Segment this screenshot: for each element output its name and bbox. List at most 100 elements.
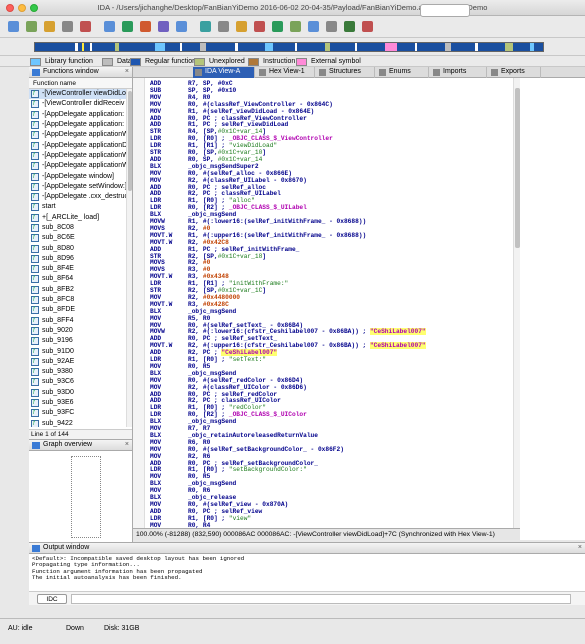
navigation-band[interactable] bbox=[34, 42, 544, 52]
function-list-item[interactable]: sub_9196 bbox=[29, 336, 127, 346]
function-name: +[_ARCLite_ load] bbox=[42, 213, 100, 221]
function-list-item[interactable]: sub_8D96 bbox=[29, 254, 127, 264]
function-list-item[interactable]: -[AppDelegate applicationW bbox=[29, 130, 127, 140]
title-bar: IDA - /Users/jichanghe/Desktop/FanBianYi… bbox=[0, 0, 585, 16]
function-list-item[interactable]: sub_8F4E bbox=[29, 264, 127, 274]
tab-imports[interactable]: Imports bbox=[431, 67, 487, 78]
function-list-item[interactable]: sub_8FC8 bbox=[29, 295, 127, 305]
attach-icon[interactable] bbox=[326, 21, 337, 32]
debugger-combo[interactable] bbox=[420, 4, 470, 17]
tab-enums[interactable]: Enums bbox=[377, 67, 429, 78]
function-name: sub_92AE bbox=[42, 357, 75, 365]
function-list-item[interactable]: sub_8C6E bbox=[29, 233, 127, 243]
function-name-column-header[interactable]: Function name bbox=[29, 78, 132, 89]
function-name: sub_8FC8 bbox=[42, 296, 75, 304]
functions-scrollbar[interactable] bbox=[126, 89, 132, 427]
function-list-item[interactable]: sub_8FDE bbox=[29, 305, 127, 315]
function-list-item[interactable]: sub_91D0 bbox=[29, 346, 127, 357]
imports-icon bbox=[433, 69, 440, 76]
tab-exports[interactable]: Exports bbox=[489, 67, 541, 78]
left-dock-strip bbox=[0, 67, 29, 542]
hex-icon[interactable] bbox=[200, 21, 211, 32]
step-icon[interactable] bbox=[290, 21, 301, 32]
disassembly-view[interactable]: ADD R7, SP, #0xC SUB SP, SP, #0x10 MOV R4, R0… bbox=[133, 78, 513, 528]
function-list-item[interactable]: sub_93C6 bbox=[29, 377, 127, 387]
function-list-item[interactable]: sub_9020 bbox=[29, 326, 127, 336]
function-list-item[interactable]: -[ViewController viewDidLoad] bbox=[29, 89, 127, 100]
function-list-item[interactable]: sub_8FB2 bbox=[29, 285, 127, 295]
jump-icon[interactable] bbox=[80, 21, 91, 32]
function-list-item[interactable]: -[ViewController didReceiv bbox=[29, 99, 127, 109]
function-name: -[ViewController didReceiv bbox=[42, 100, 125, 108]
tab-label: IDA View-A bbox=[205, 68, 241, 75]
function-name: sub_8F4E bbox=[42, 265, 74, 273]
legend-item: Regular function bbox=[130, 57, 196, 66]
function-icon bbox=[31, 264, 39, 274]
function-list-item[interactable]: -[AppDelegate applicationW bbox=[29, 161, 127, 171]
function-list-item[interactable]: -[AppDelegate application: bbox=[29, 120, 127, 130]
save-icon[interactable] bbox=[26, 21, 37, 32]
graph-icon[interactable] bbox=[158, 21, 169, 32]
close-icon[interactable]: × bbox=[578, 544, 582, 551]
function-name: sub_93C6 bbox=[42, 378, 74, 386]
back-icon[interactable] bbox=[44, 21, 55, 32]
function-list-item[interactable]: sub_92AE bbox=[29, 357, 127, 367]
nav-band-segment bbox=[115, 43, 119, 51]
legend-item: Instruction bbox=[248, 57, 295, 66]
function-list-item[interactable]: start bbox=[29, 202, 127, 212]
function-list-item[interactable]: sub_8FF4 bbox=[29, 316, 127, 326]
play-icon[interactable] bbox=[272, 21, 283, 32]
open-icon[interactable] bbox=[8, 21, 19, 32]
function-list-item[interactable]: +[_ARCLite_ load] bbox=[29, 213, 127, 223]
breakpoint-icon[interactable] bbox=[308, 21, 319, 32]
function-list-item[interactable]: -[AppDelegate applicationD bbox=[29, 140, 127, 151]
tab-label: Enums bbox=[389, 68, 411, 75]
tab-hex-view-1[interactable]: Hex View-1 bbox=[257, 67, 315, 78]
function-list-item[interactable]: sub_8F64 bbox=[29, 274, 127, 284]
debug-icon[interactable] bbox=[344, 21, 355, 32]
legend-swatch bbox=[194, 57, 205, 66]
legend-item: External symbol bbox=[296, 57, 361, 66]
function-list-item[interactable]: sub_93E6 bbox=[29, 398, 127, 408]
legend-swatch bbox=[102, 57, 113, 66]
struct-icon[interactable] bbox=[218, 21, 229, 32]
function-list-item[interactable]: sub_9422 bbox=[29, 419, 127, 427]
list-icon[interactable] bbox=[176, 21, 187, 32]
stop-icon[interactable] bbox=[140, 21, 151, 32]
search-icon[interactable] bbox=[104, 21, 115, 32]
tab-ida-view-a[interactable]: IDA View-A bbox=[193, 67, 255, 78]
color-legend: Library function Data Regular function Unex… bbox=[0, 56, 585, 67]
graph-overview-panel: Graph overview × bbox=[29, 439, 133, 542]
function-list-item[interactable]: sub_9380 bbox=[29, 367, 127, 377]
function-list-item[interactable]: -[AppDelegate applicationW bbox=[29, 151, 127, 161]
close-icon[interactable]: × bbox=[125, 68, 129, 75]
run-icon[interactable] bbox=[122, 21, 133, 32]
idc-button[interactable]: IDC bbox=[37, 594, 67, 604]
nav-band-cursor[interactable] bbox=[82, 43, 84, 52]
function-list-item[interactable]: sub_8C08 bbox=[29, 223, 127, 233]
function-icon bbox=[31, 120, 39, 130]
function-icon bbox=[31, 285, 39, 295]
function-list-item[interactable]: -[AppDelegate .cxx_destruc bbox=[29, 192, 127, 202]
disassembly-scrollbar[interactable] bbox=[513, 78, 520, 528]
edit-icon[interactable] bbox=[236, 21, 247, 32]
tab-structures[interactable]: Structures bbox=[317, 67, 375, 78]
idc-command-input[interactable] bbox=[71, 594, 571, 604]
delete-icon[interactable] bbox=[254, 21, 265, 32]
function-list-item[interactable]: -[AppDelegate setWindow:] bbox=[29, 182, 127, 192]
function-list-item[interactable]: -[AppDelegate window] bbox=[29, 171, 127, 182]
detach-icon[interactable] bbox=[362, 21, 373, 32]
close-icon[interactable]: × bbox=[125, 441, 129, 448]
code-gutter bbox=[133, 78, 145, 528]
function-list-item[interactable]: sub_8D80 bbox=[29, 243, 127, 254]
nav-band-segment bbox=[90, 43, 92, 51]
tab-label: Exports bbox=[501, 68, 525, 75]
function-list-item[interactable]: sub_93D0 bbox=[29, 388, 127, 398]
nav-band-segment bbox=[180, 43, 182, 51]
function-list-item[interactable]: sub_93FC bbox=[29, 408, 127, 418]
function-name: -[ViewController viewDidLoad] bbox=[42, 90, 127, 98]
function-icon bbox=[31, 99, 39, 109]
function-list-item[interactable]: -[AppDelegate application: bbox=[29, 110, 127, 120]
forward-icon[interactable] bbox=[62, 21, 73, 32]
graph-overview-viewport[interactable] bbox=[71, 456, 101, 538]
